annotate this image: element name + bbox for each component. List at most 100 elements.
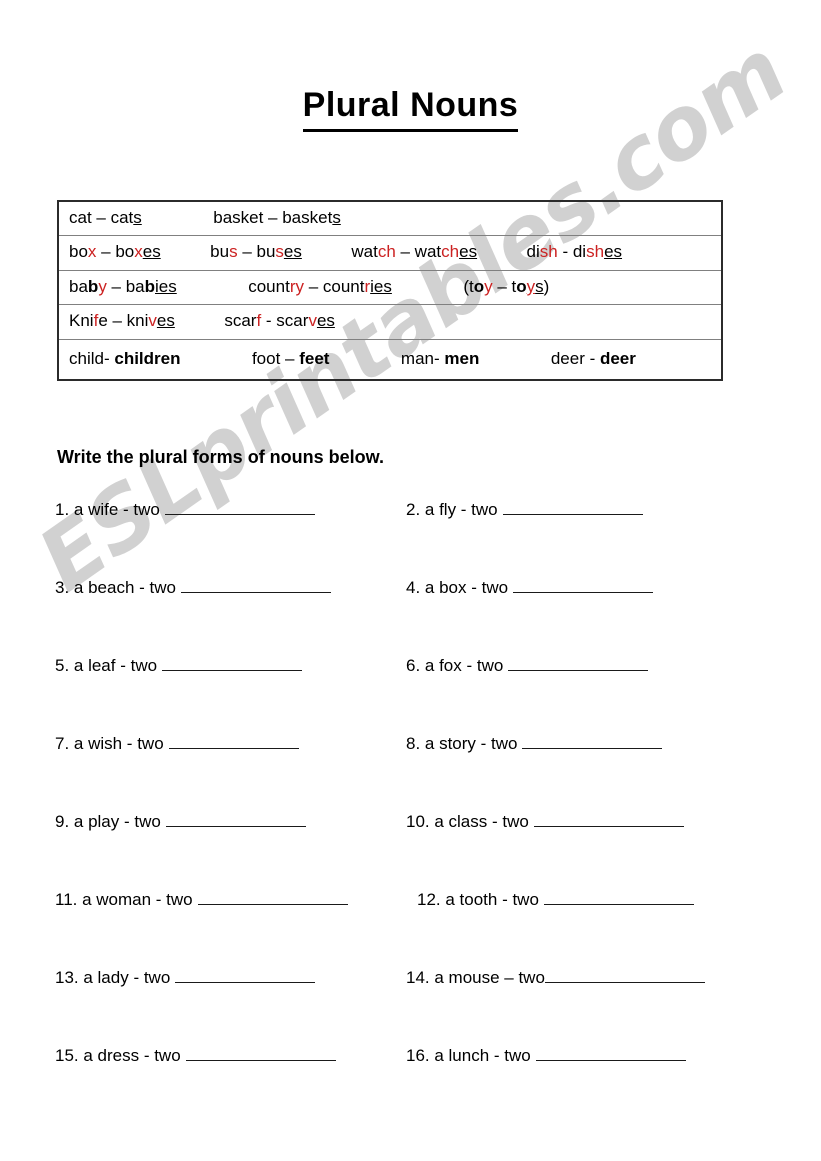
examples-row-add-s: cat – cats basket – baskets <box>58 201 722 236</box>
plural-form: children <box>114 348 181 368</box>
answer-blank-13[interactable] <box>175 968 316 983</box>
exercise-prompt: 2. a fly - two <box>406 500 498 519</box>
examples-row-f-to-ves: Knife – knives scarf - scarves <box>58 305 722 339</box>
suffix-underlined: es <box>316 311 335 331</box>
exercise-item-6: 6. a fox - two <box>406 656 649 676</box>
highlight-letter: x <box>87 242 97 262</box>
exercise-item-7: 7. a wish - two <box>55 734 299 754</box>
answer-blank-12[interactable] <box>543 890 694 905</box>
exercise-row: 13. a lady - two 14. a mouse – two <box>0 968 821 1046</box>
examples-row-irregular: child- children foot – feet man- men dee… <box>58 339 722 380</box>
exercise-item-3: 3. a beach - two <box>55 578 331 598</box>
answer-blank-4[interactable] <box>513 578 654 593</box>
exercise-item-16: 16. a lunch - two <box>406 1046 686 1066</box>
answer-blank-11[interactable] <box>197 890 348 905</box>
example-pair-child: child- children <box>69 348 181 368</box>
exercise-item-2: 2. a fly - two <box>406 500 643 520</box>
exercise-prompt: 5. a leaf - two <box>55 656 158 675</box>
highlight-letter: f <box>93 311 99 331</box>
example-pair-knife: Knife – knives <box>69 311 175 331</box>
answer-blank-8[interactable] <box>522 734 663 749</box>
highlight-letter: f <box>256 311 262 331</box>
example-pair-country: country – countries <box>248 276 392 296</box>
highlight-letter: b <box>87 276 99 296</box>
exercise-prompt: 9. a play - two <box>55 812 161 831</box>
suffix-underlined: s <box>332 208 341 227</box>
examples-table: cat – cats basket – baskets box – boxes … <box>57 200 723 382</box>
exercise-row: 7. a wish - two 8. a story - two <box>0 734 821 812</box>
highlight-letter: sh <box>586 242 605 262</box>
plural-form: deer <box>599 348 636 368</box>
answer-blank-2[interactable] <box>502 500 643 515</box>
exercise-item-13: 13. a lady - two <box>55 968 316 988</box>
table-row: cat – cats basket – baskets <box>58 201 722 236</box>
exercise-row: 11. a woman - two 12. a tooth - two <box>0 890 821 968</box>
answer-blank-15[interactable] <box>185 1046 336 1061</box>
exercise-item-12: 12. a tooth - two <box>417 890 694 910</box>
exercise-prompt: 11. a woman - two <box>55 890 193 909</box>
answer-blank-14[interactable] <box>544 968 705 983</box>
example-pair-bus: bus – buses <box>210 242 302 262</box>
worksheet-page: ESLprintables.com Plural Nouns cat – cat… <box>0 0 821 1161</box>
exercise-prompt: 14. a mouse – two <box>406 968 545 987</box>
exercise-prompt: 13. a lady - two <box>55 968 171 987</box>
example-pair-scarf: scarf - scarves <box>224 311 335 331</box>
suffix-underlined: es <box>604 242 623 262</box>
answer-blank-10[interactable] <box>533 812 684 827</box>
highlight-letter: o <box>473 276 485 296</box>
examples-row-add-es: box – boxes bus – buses watch – watches … <box>58 236 722 270</box>
example-pair-toy: (toy – toys) <box>463 276 550 296</box>
exercise-item-9: 9. a play - two <box>55 812 306 832</box>
answer-blank-1[interactable] <box>164 500 315 515</box>
suffix-underlined: ies <box>155 276 177 296</box>
exercise-row: 15. a dress - two 16. a lunch - two <box>0 1046 821 1124</box>
page-title: Plural Nouns <box>302 86 519 132</box>
example-pair-box: box – boxes <box>69 242 161 262</box>
exercise-prompt: 1. a wife - two <box>55 500 160 519</box>
highlight-letter: x <box>134 242 143 262</box>
example-pair-watch: watch – watches <box>351 242 478 262</box>
highlight-letter: v <box>308 311 317 331</box>
page-title-container: Plural Nouns <box>0 86 821 132</box>
table-row: box – boxes bus – buses watch – watches … <box>58 236 722 271</box>
highlight-letter: ch <box>377 242 396 262</box>
highlight-letter: s <box>229 242 238 262</box>
answer-blank-3[interactable] <box>180 578 331 593</box>
exercise-prompt: 16. a lunch - two <box>406 1046 531 1065</box>
example-pair-man: man- men <box>400 348 480 368</box>
plural-form: men <box>444 348 480 368</box>
suffix-underlined: es <box>156 311 175 331</box>
suffix-underlined: es <box>142 242 161 262</box>
examples-row-y-to-ies: baby – babies country – countries (toy –… <box>58 270 722 304</box>
example-pair-baby: baby – babies <box>69 276 177 296</box>
highlight-letter: b <box>144 276 156 296</box>
exercise-item-1: 1. a wife - two <box>55 500 315 520</box>
example-pair-cat: cat – cats <box>69 208 142 227</box>
highlight-letter: v <box>148 311 157 331</box>
highlight-letter: y <box>484 276 493 296</box>
highlight-letter: ch <box>441 242 460 262</box>
exercise-item-4: 4. a box - two <box>406 578 654 598</box>
exercise-prompt: 4. a box - two <box>406 578 509 597</box>
suffix-underlined: s <box>535 276 544 296</box>
exercise-item-14: 14. a mouse – two <box>406 968 705 988</box>
table-row: child- children foot – feet man- men dee… <box>58 339 722 380</box>
exercise-prompt: 15. a dress - two <box>55 1046 181 1065</box>
answer-blank-5[interactable] <box>162 656 303 671</box>
answer-blank-7[interactable] <box>168 734 299 749</box>
suffix-underlined: es <box>459 242 478 262</box>
example-pair-dish: dish - dishes <box>526 242 623 262</box>
answer-blank-6[interactable] <box>508 656 649 671</box>
exercise-item-10: 10. a class - two <box>406 812 684 832</box>
example-pair-deer: deer - deer <box>550 348 636 368</box>
suffix-underlined: ies <box>370 276 392 296</box>
exercise-row: 3. a beach - two 4. a box - two <box>0 578 821 656</box>
highlight-letter: sh <box>539 242 558 262</box>
answer-blank-9[interactable] <box>165 812 306 827</box>
exercise-item-15: 15. a dress - two <box>55 1046 336 1066</box>
table-row: baby – babies country – countries (toy –… <box>58 270 722 305</box>
exercise-row: 9. a play - two 10. a class - two <box>0 812 821 890</box>
exercise-prompt: 8. a story - two <box>406 734 518 753</box>
answer-blank-16[interactable] <box>535 1046 686 1061</box>
example-pair-basket: basket – baskets <box>213 208 341 227</box>
